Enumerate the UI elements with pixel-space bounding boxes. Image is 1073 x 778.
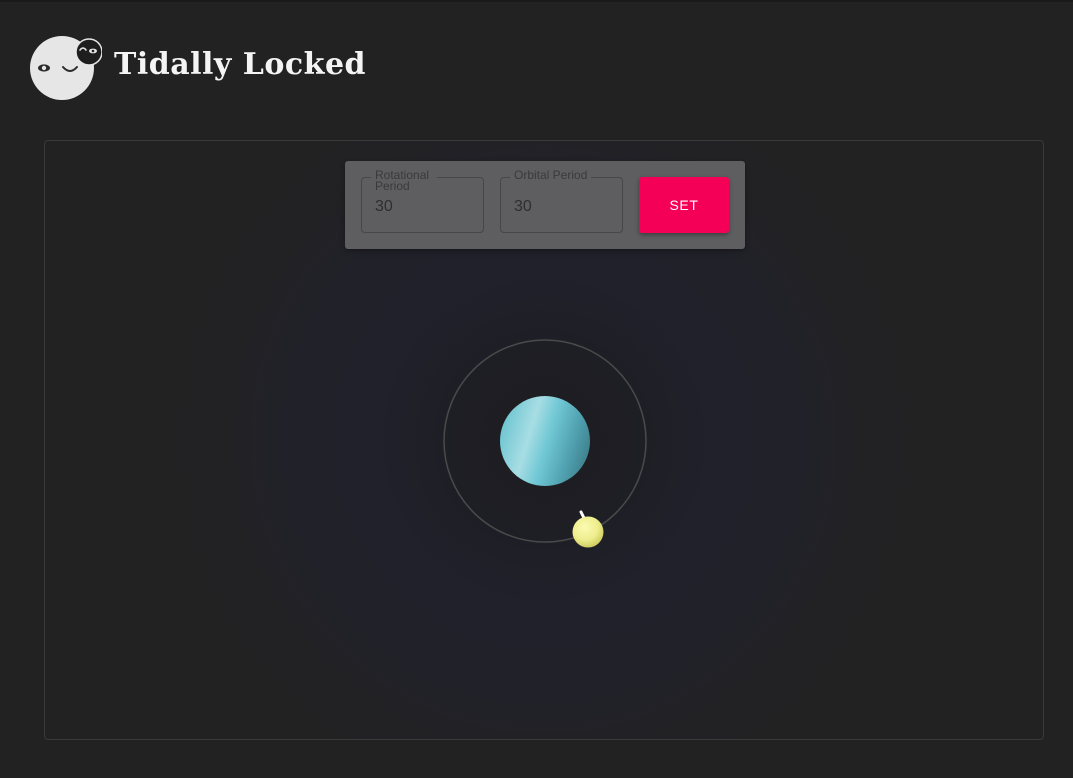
orbital-period-input[interactable]	[514, 198, 604, 216]
moon-body	[572, 516, 604, 548]
app-title: Tidally Locked	[114, 46, 367, 82]
orbital-period-field[interactable]: Orbital Period	[500, 169, 623, 233]
planet	[500, 396, 590, 486]
rotational-period-field[interactable]: Rotational Period	[361, 169, 484, 233]
window-top-edge	[0, 0, 1073, 2]
app-header: Tidally Locked	[30, 36, 366, 100]
period-controls: Rotational Period Orbital Period SET	[345, 161, 745, 249]
moon	[572, 510, 604, 548]
orbital-period-label: Orbital Period	[510, 169, 592, 181]
simulation-panel: Rotational Period Orbital Period SET	[44, 140, 1044, 740]
rotational-period-label: Rotational Period	[371, 169, 437, 192]
moon-face-logo	[30, 36, 102, 100]
rotational-period-input[interactable]	[375, 198, 465, 216]
set-button[interactable]: SET	[639, 177, 729, 233]
moon-marker	[579, 510, 586, 520]
